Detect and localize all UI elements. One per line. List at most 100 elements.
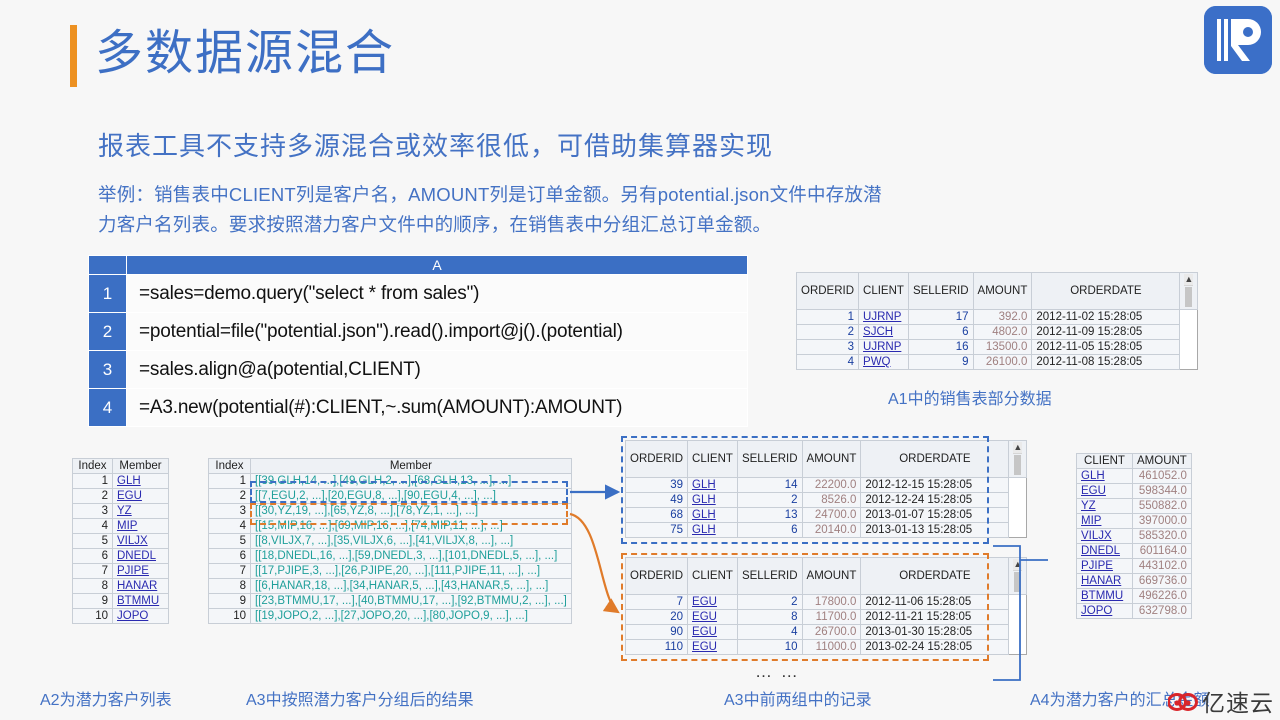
cell-member[interactable]: JOPO <box>112 608 169 624</box>
cell-amount: 4802.0 <box>972 324 1033 340</box>
table-row[interactable]: 4 =A3.new(potential(#):CLIENT,~.sum(AMOU… <box>88 388 748 427</box>
table-row[interactable]: 2 EGU <box>72 488 169 504</box>
table-row[interactable]: HANAR 669736.0 <box>1076 573 1192 589</box>
table-row[interactable]: VILJX 585320.0 <box>1076 528 1192 544</box>
table-row[interactable]: 9 BTMMU <box>72 593 169 609</box>
table-row[interactable]: 3 YZ <box>72 503 169 519</box>
table-row[interactable]: GLH 461052.0 <box>1076 468 1192 484</box>
a2-body: 1 GLH 2 EGU 3 YZ 4 MIP 5 VILJX 6 DNEDL 7 PJIPE 8 HANAR 9… <box>72 473 169 624</box>
cell-member[interactable]: YZ <box>112 503 169 519</box>
cell-client[interactable]: GLH <box>687 492 738 508</box>
table-row[interactable]: 20 EGU 8 11700.0 2012-11-21 15:28:05 <box>624 609 1027 625</box>
table-row[interactable]: PJIPE 443102.0 <box>1076 558 1192 574</box>
table-row[interactable]: 3 [[30,YZ,19, ...],[65,YZ,8, ...],[78,YZ,… <box>208 503 572 519</box>
cell-client[interactable]: YZ <box>1076 498 1133 514</box>
table-row[interactable]: 7 PJIPE <box>72 563 169 579</box>
table-row[interactable]: 9 [[23,BTMMU,17, ...],[40,BTMMU,17, ...],… <box>208 593 572 609</box>
scroll-up-arrow[interactable]: ▲ <box>1013 559 1023 571</box>
description-line-2: 力客户名列表。要求按照潜力客户文件中的顺序，在销售表中分组汇总订单金额。 <box>98 213 772 235</box>
table-row[interactable]: 4 MIP <box>72 518 169 534</box>
cell-member[interactable]: BTMMU <box>112 593 169 609</box>
cell-client[interactable]: PWQ <box>858 354 909 370</box>
table-row[interactable]: 110 EGU 10 11000.0 2013-02-24 15:28:05 <box>624 639 1027 655</box>
table-row[interactable]: 2 [[7,EGU,2, ...],[20,EGU,8, ...],[90,EGU… <box>208 488 572 504</box>
cell-client[interactable]: JOPO <box>1076 603 1133 619</box>
cell-client[interactable]: EGU <box>1076 483 1133 499</box>
table-row[interactable]: BTMMU 496226.0 <box>1076 588 1192 604</box>
table-row[interactable]: 6 DNEDL <box>72 548 169 564</box>
cell-client[interactable]: EGU <box>687 609 738 625</box>
table-row[interactable]: 6 [[18,DNEDL,16, ...],[59,DNEDL,3, ...],[… <box>208 548 572 564</box>
table-row[interactable]: 2 =potential=file("potential.json").read… <box>88 312 748 351</box>
cell-client[interactable]: UJRNP <box>858 309 909 325</box>
table-row[interactable]: 75 GLH 6 20140.0 2013-01-13 15:28:05 <box>624 522 1027 538</box>
cell-client[interactable]: GLH <box>1076 468 1133 484</box>
cell-client[interactable]: VILJX <box>1076 528 1133 544</box>
scrollbar-thumb[interactable] <box>1014 455 1022 475</box>
table-row[interactable]: 7 [[17,PJIPE,3, ...],[26,PJIPE,20, ...],[… <box>208 563 572 579</box>
cell-member[interactable]: PJIPE <box>112 563 169 579</box>
cell-index: 7 <box>72 563 113 579</box>
table-row[interactable]: 10 [[19,JOPO,2, ...],[27,JOPO,20, ...],[8… <box>208 608 572 624</box>
table-row[interactable]: 68 GLH 13 24700.0 2013-01-07 15:28:05 <box>624 507 1027 523</box>
scroll-up-arrow[interactable]: ▲ <box>1013 442 1023 454</box>
cell-client[interactable]: GLH <box>687 522 738 538</box>
cell-member[interactable]: EGU <box>112 488 169 504</box>
vertical-scrollbar[interactable]: ▲ <box>1179 272 1199 310</box>
cell-member[interactable]: MIP <box>112 518 169 534</box>
script-cell-a4[interactable]: =A3.new(potential(#):CLIENT,~.sum(AMOUNT… <box>126 388 748 427</box>
cell-client[interactable]: PJIPE <box>1076 558 1133 574</box>
cell-client[interactable]: HANAR <box>1076 573 1133 589</box>
table-row[interactable]: 4 PWQ 9 26100.0 2012-11-08 15:28:05 <box>795 354 1198 370</box>
table-row[interactable]: 1 UJRNP 17 392.0 2012-11-02 15:28:05 <box>795 309 1198 325</box>
cell-member[interactable]: VILJX <box>112 533 169 549</box>
cell-client[interactable]: DNEDL <box>1076 543 1133 559</box>
cell-client[interactable]: EGU <box>687 594 738 610</box>
cell-client[interactable]: MIP <box>1076 513 1133 529</box>
cell-client[interactable]: EGU <box>687 639 738 655</box>
table-row[interactable]: 3 UJRNP 16 13500.0 2012-11-05 15:28:05 <box>795 339 1198 355</box>
cell-member[interactable]: GLH <box>112 473 169 489</box>
script-cell-a2[interactable]: =potential=file("potential.json").read()… <box>126 312 748 351</box>
scrollbar-thumb[interactable] <box>1185 287 1193 307</box>
cell-client[interactable]: GLH <box>687 507 738 523</box>
table-row[interactable]: 90 EGU 4 26700.0 2013-01-30 15:28:05 <box>624 624 1027 640</box>
table-row[interactable]: JOPO 632798.0 <box>1076 603 1192 619</box>
cell-member[interactable]: HANAR <box>112 578 169 594</box>
table-row[interactable]: MIP 397000.0 <box>1076 513 1192 529</box>
table-row[interactable]: 7 EGU 2 17800.0 2012-11-06 15:28:05 <box>624 594 1027 610</box>
script-cell-table: A 1 =sales=demo.query("select * from sal… <box>88 255 748 427</box>
table-row[interactable]: 1 =sales=demo.query("select * from sales… <box>88 274 748 313</box>
scrollbar-thumb[interactable] <box>1014 572 1022 592</box>
table-row[interactable]: 1 GLH <box>72 473 169 489</box>
table-row[interactable]: 1 [[39,GLH,14, ...],[49,GLH,2, ...],[68,G… <box>208 473 572 489</box>
cell-client[interactable]: GLH <box>687 477 738 493</box>
table-row[interactable]: 5 [[8,VILJX,7, ...],[35,VILJX,6, ...],[41… <box>208 533 572 549</box>
table-row[interactable]: 4 [[15,MIP,16, ...],[69,MIP,16, ...],[74,… <box>208 518 572 534</box>
table-row[interactable]: EGU 598344.0 <box>1076 483 1192 499</box>
scroll-up-arrow[interactable]: ▲ <box>1184 274 1194 286</box>
script-cell-a1[interactable]: =sales=demo.query("select * from sales") <box>126 274 748 313</box>
table-row[interactable]: DNEDL 601164.0 <box>1076 543 1192 559</box>
table-row[interactable]: 49 GLH 2 8526.0 2012-12-24 15:28:05 <box>624 492 1027 508</box>
table-row[interactable]: 3 =sales.align@a(potential,CLIENT) <box>88 350 748 389</box>
cell-client[interactable]: UJRNP <box>858 339 909 355</box>
cell-orderdate: 2012-12-15 15:28:05 <box>860 477 1010 493</box>
table-row[interactable]: 39 GLH 14 22200.0 2012-12-15 15:28:05 <box>624 477 1027 493</box>
table-row[interactable]: 8 HANAR <box>72 578 169 594</box>
vertical-scrollbar[interactable]: ▲ <box>1008 440 1028 478</box>
vertical-scrollbar[interactable]: ▲ <box>1008 557 1028 595</box>
col-orderdate: ORDERDATE <box>1031 272 1181 310</box>
table-row[interactable]: YZ 550882.0 <box>1076 498 1192 514</box>
cell-client[interactable]: SJCH <box>858 324 909 340</box>
table-row[interactable]: 5 VILJX <box>72 533 169 549</box>
cell-member: [[19,JOPO,2, ...],[27,JOPO,20, ...],[80,… <box>250 608 572 624</box>
cell-member[interactable]: DNEDL <box>112 548 169 564</box>
cell-client[interactable]: BTMMU <box>1076 588 1133 604</box>
cell-client[interactable]: EGU <box>687 624 738 640</box>
table-row[interactable]: 2 SJCH 6 4802.0 2012-11-09 15:28:05 <box>795 324 1198 340</box>
cell-member: [[7,EGU,2, ...],[20,EGU,8, ...],[90,EGU,… <box>250 488 572 504</box>
table-row[interactable]: 8 [[6,HANAR,18, ...],[34,HANAR,5, ...],[4… <box>208 578 572 594</box>
table-row[interactable]: 10 JOPO <box>72 608 169 624</box>
script-cell-a3[interactable]: =sales.align@a(potential,CLIENT) <box>126 350 748 389</box>
